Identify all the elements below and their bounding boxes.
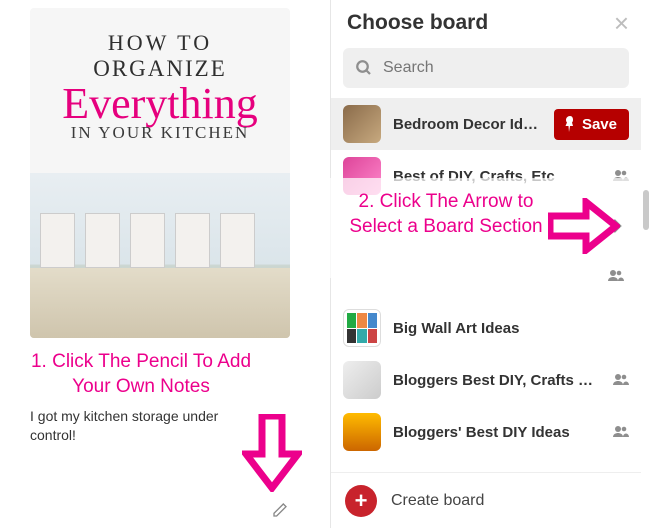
board-thumb [343, 157, 381, 195]
search-wrap [331, 44, 641, 98]
group-icon [613, 424, 629, 440]
choose-board-panel: Choose board × Bedroom Decor Id… Save [330, 0, 641, 528]
group-icon [613, 372, 629, 388]
pin-photo [30, 173, 290, 338]
board-name: Big Wall Art Ideas [393, 320, 629, 337]
board-thumb [343, 309, 381, 347]
close-icon: × [614, 8, 629, 38]
create-board-button[interactable]: + Create board [331, 472, 641, 528]
board-section-chevron[interactable] [612, 218, 622, 239]
pin-image: HOW TO ORGANIZE Everything IN YOUR KITCH… [30, 8, 290, 338]
scrollbar-thumb[interactable] [643, 190, 649, 230]
annotation-arrow-down [242, 414, 302, 492]
group-icon [608, 268, 624, 284]
board-item[interactable]: Bedroom Decor Id… Save [331, 98, 641, 150]
board-item[interactable]: Big Wall Art Ideas [331, 302, 641, 354]
search-icon [355, 59, 373, 77]
pin-icon [564, 116, 576, 132]
panel-header: Choose board × [331, 0, 641, 44]
plus-icon: + [345, 485, 377, 517]
board-item[interactable]: Bloggers' Best DIY Ideas [331, 406, 641, 458]
board-name: Bloggers Best DIY, Crafts … [393, 372, 609, 389]
group-icon [613, 168, 629, 184]
board-name: Best of DIY, Crafts, Etc [393, 168, 609, 185]
board-thumb [343, 361, 381, 399]
board-thumb [343, 105, 381, 143]
pin-line3: Everything [30, 78, 290, 129]
board-item[interactable] [331, 202, 641, 302]
board-name: Bedroom Decor Id… [393, 116, 548, 133]
pin-preview-pane: HOW TO ORGANIZE Everything IN YOUR KITCH… [0, 0, 320, 528]
board-item[interactable]: Bloggers Best DIY, Crafts … [331, 354, 641, 406]
board-list[interactable]: Bedroom Decor Id… Save Best of DIY, Craf… [331, 98, 641, 472]
close-button[interactable]: × [614, 10, 629, 36]
save-button[interactable]: Save [554, 109, 629, 140]
panel-title: Choose board [347, 11, 614, 35]
board-thumb [343, 413, 381, 451]
search-input[interactable] [383, 59, 617, 77]
board-name: Bloggers' Best DIY Ideas [393, 424, 609, 441]
pin-graphic-text: HOW TO ORGANIZE Everything IN YOUR KITCH… [30, 8, 290, 143]
board-item[interactable]: Best of DIY, Crafts, Etc [331, 150, 641, 202]
chevron-right-icon [612, 218, 622, 234]
save-label: Save [582, 116, 617, 133]
create-board-label: Create board [391, 492, 484, 510]
pin-line1: HOW TO [30, 30, 290, 56]
edit-note-button[interactable] [268, 498, 292, 522]
search-box[interactable] [343, 48, 629, 88]
pencil-icon [272, 502, 288, 518]
annotation-step-1: 1. Click The Pencil To Add Your Own Note… [30, 350, 300, 399]
